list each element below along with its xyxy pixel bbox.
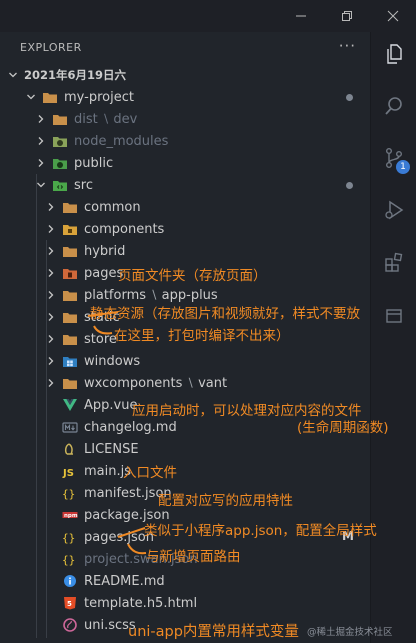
watermark: @稀土掘金技术社区 [307, 627, 393, 638]
annotation-arrow-static [87, 311, 119, 317]
annotation-arrow-pages-json-2 [127, 543, 147, 555]
annotation-arrow-pages-json [117, 527, 146, 538]
annotation-arrow-static-2 [93, 325, 113, 335]
annotation-strokes [87, 311, 147, 555]
